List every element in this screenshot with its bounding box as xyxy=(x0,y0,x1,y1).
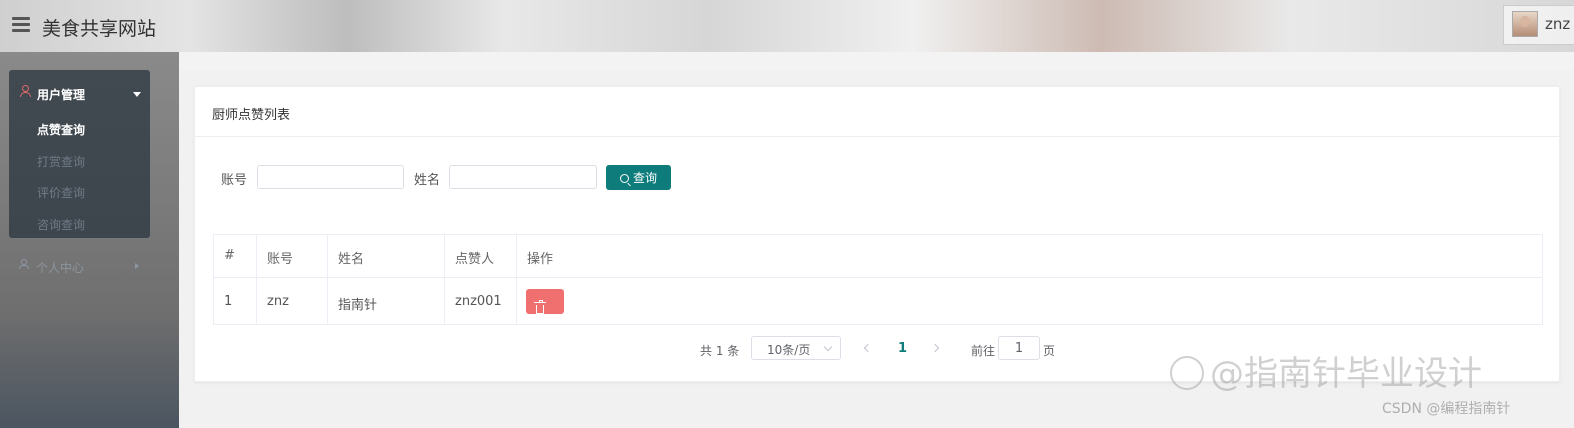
search-button[interactable]: 查询 xyxy=(606,165,671,190)
sidebar-group-label: 个人中心 xyxy=(36,261,85,275)
column-header-name: 姓名 xyxy=(338,252,365,267)
top-header: 美食共享网站 znz xyxy=(0,0,1574,52)
search-button-label: 查询 xyxy=(632,171,657,185)
row-account: znz xyxy=(267,294,289,309)
table-cell: 1 xyxy=(214,278,257,325)
row-name: 指南针 xyxy=(338,298,378,313)
user-menu[interactable]: znz xyxy=(1503,5,1574,45)
page-suffix: 页 xyxy=(1043,344,1056,358)
trash-icon xyxy=(534,300,546,314)
column-header: 操作 xyxy=(517,235,1542,277)
column-header-actions: 操作 xyxy=(527,252,554,267)
chevron-down-icon xyxy=(823,342,833,352)
sidebar-group-personal[interactable]: 个人中心 xyxy=(18,258,148,276)
watermark-logo xyxy=(1170,356,1204,390)
chevron-down-icon xyxy=(133,92,141,97)
account-input[interactable] xyxy=(257,165,404,189)
sidebar-item-consult[interactable]: 咨询查询 xyxy=(37,216,85,233)
sidebar-item-rewards[interactable]: 打赏查询 xyxy=(37,153,85,170)
column-header: 账号 xyxy=(257,235,328,277)
pagination-total: 共 1 条 xyxy=(700,344,740,358)
column-header-liker: 点赞人 xyxy=(455,252,495,267)
site-title: 美食共享网站 xyxy=(42,18,157,40)
goto-label: 前往 xyxy=(971,344,996,358)
page-size-value: 10条/页 xyxy=(767,343,811,357)
sidebar-item-reviews[interactable]: 评价查询 xyxy=(37,184,85,201)
name-label: 姓名 xyxy=(414,173,441,188)
user-icon xyxy=(19,85,31,97)
column-header: # xyxy=(214,235,257,277)
account-label: 账号 xyxy=(221,173,248,188)
table-cell: znz xyxy=(257,278,328,325)
table-cell: 指南针 xyxy=(328,278,445,325)
watermark-text: @指南针毕业设计 xyxy=(1210,354,1482,394)
card-title: 厨师点赞列表 xyxy=(212,108,291,123)
table-cell: znz001 xyxy=(445,278,517,325)
prev-page-icon[interactable] xyxy=(863,343,873,353)
column-header: 点赞人 xyxy=(445,235,517,277)
goto-page-input[interactable] xyxy=(998,336,1040,360)
divider xyxy=(195,136,1559,137)
page-number-current[interactable]: 1 xyxy=(898,341,907,356)
column-header-index: # xyxy=(224,248,235,263)
chevron-right-icon xyxy=(135,263,139,269)
avatar[interactable] xyxy=(1512,11,1538,37)
search-icon xyxy=(619,174,629,183)
row-liker: znz001 xyxy=(455,294,502,309)
sidebar-group-label: 用户管理 xyxy=(37,88,86,102)
table-cell xyxy=(517,278,1542,325)
row-index: 1 xyxy=(224,294,233,309)
column-header-account: 账号 xyxy=(267,252,294,267)
menu-icon[interactable] xyxy=(12,17,30,33)
column-header: 姓名 xyxy=(328,235,445,277)
delete-button[interactable] xyxy=(526,289,564,314)
sidebar-item-likes[interactable]: 点赞查询 xyxy=(37,121,85,138)
sidebar-group-user-management[interactable]: 用户管理 xyxy=(9,84,150,104)
table-header-row: # 账号 姓名 点赞人 操作 xyxy=(214,235,1542,278)
next-page-icon[interactable] xyxy=(930,343,940,353)
content-card: 厨师点赞列表 账号 姓名 查询 # 账号 姓名 点赞人 操作 1 znz 指南针… xyxy=(194,86,1560,382)
user-icon xyxy=(19,259,29,270)
data-table: # 账号 姓名 点赞人 操作 1 znz 指南针 znz001 xyxy=(213,234,1543,325)
name-input[interactable] xyxy=(449,165,597,189)
page-size-select[interactable]: 10条/页 xyxy=(751,336,841,360)
table-row: 1 znz 指南针 znz001 xyxy=(214,278,1542,325)
watermark-sub: CSDN @编程指南针 xyxy=(1382,401,1511,417)
username[interactable]: znz xyxy=(1545,15,1570,33)
